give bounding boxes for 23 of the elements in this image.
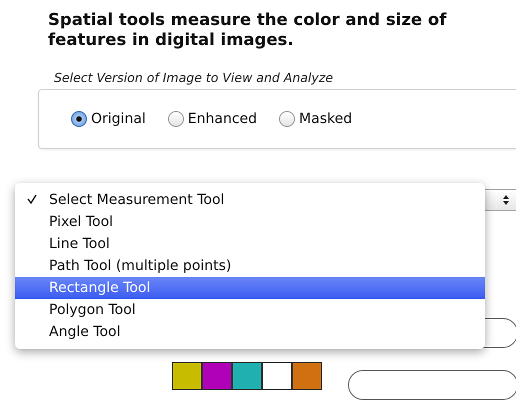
radio-icon[interactable] — [279, 111, 296, 127]
color-swatch[interactable] — [172, 362, 202, 390]
menu-item[interactable]: Polygon Tool — [15, 299, 485, 321]
color-swatch[interactable] — [292, 362, 322, 390]
tool-button[interactable] — [348, 370, 516, 400]
color-swatch[interactable] — [262, 362, 292, 390]
checkmark-icon — [27, 194, 37, 204]
radio-icon[interactable] — [168, 111, 184, 127]
menu-item[interactable]: Rectangle Tool — [15, 277, 485, 299]
heading: Spatial tools measure the color and size of features in digital images. — [48, 10, 448, 50]
group-label: Select Version of Image to View and Analyze — [54, 70, 334, 85]
menu-item[interactable]: Line Tool — [15, 233, 485, 255]
radio-option[interactable]: Original — [71, 111, 146, 127]
menu-item[interactable]: Angle Tool — [15, 321, 485, 343]
radio-icon[interactable] — [71, 111, 87, 127]
menu-item[interactable]: Select Measurement Tool — [15, 189, 485, 211]
menu-item[interactable]: Path Tool (multiple points) — [15, 255, 485, 277]
radio-option[interactable]: Masked — [279, 111, 352, 127]
radio-option[interactable]: Enhanced — [168, 111, 258, 127]
stepper-icon — [503, 194, 509, 206]
color-swatch[interactable] — [202, 362, 232, 390]
color-swatch[interactable] — [232, 362, 262, 390]
menu-item[interactable]: Pixel Tool — [15, 211, 485, 233]
